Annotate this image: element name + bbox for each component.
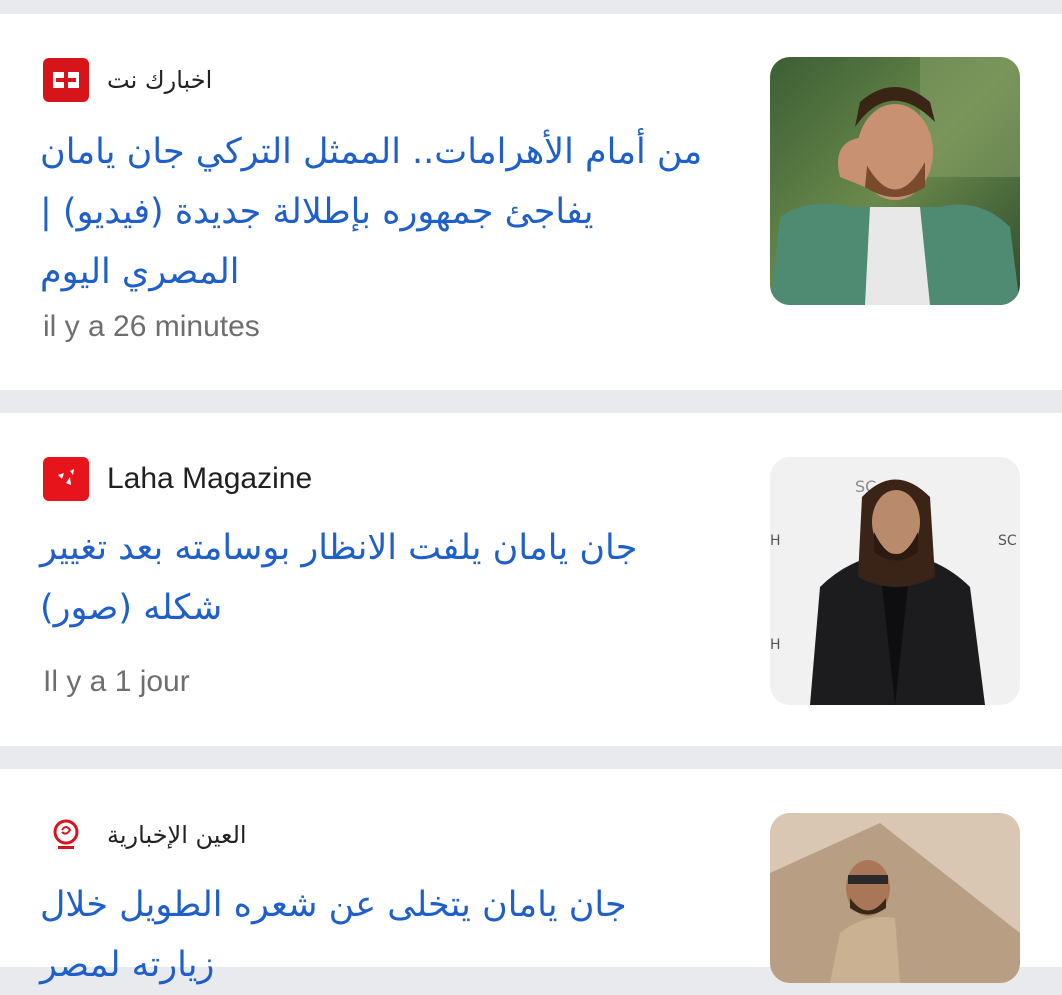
- svg-text:H: H: [770, 637, 781, 653]
- news-card[interactable]: العين الإخبارية جان يامان يتخلى عن شعره …: [0, 769, 1062, 985]
- laha-logo-icon: [43, 457, 89, 501]
- source-name[interactable]: Laha Magazine: [107, 462, 312, 496]
- article-thumbnail[interactable]: [770, 57, 1020, 305]
- akhbarak-logo-icon: [43, 58, 89, 102]
- headline-link[interactable]: جان يامان يلفت الانظار بوسامته بعد تغيير…: [40, 518, 720, 638]
- alain-logo-icon: [43, 813, 89, 857]
- svg-text:H: H: [770, 533, 781, 549]
- article-thumbnail[interactable]: [770, 813, 1020, 983]
- article-thumbnail[interactable]: SC H SC H: [770, 457, 1020, 705]
- svg-text:SC: SC: [998, 533, 1017, 549]
- source-row: اخبارك نت: [43, 58, 212, 102]
- news-card[interactable]: اخبارك نت من أمام الأهرامات.. الممثل الت…: [0, 14, 1062, 390]
- headline-link[interactable]: جان يامان يتخلى عن شعره الطويل خلال زيار…: [40, 875, 720, 995]
- source-name[interactable]: اخبارك نت: [107, 66, 212, 94]
- source-row: Laha Magazine: [43, 457, 312, 501]
- timestamp: il y a 26 minutes: [43, 310, 260, 343]
- source-row: العين الإخبارية: [43, 813, 247, 857]
- headline-link[interactable]: من أمام الأهرامات.. الممثل التركي جان يا…: [40, 122, 720, 302]
- source-name[interactable]: العين الإخبارية: [107, 821, 247, 849]
- timestamp: Il y a 1 jour: [43, 665, 190, 698]
- news-feed: اخبارك نت من أمام الأهرامات.. الممثل الت…: [0, 0, 1062, 985]
- news-card[interactable]: Laha Magazine جان يامان يلفت الانظار بوس…: [0, 413, 1062, 746]
